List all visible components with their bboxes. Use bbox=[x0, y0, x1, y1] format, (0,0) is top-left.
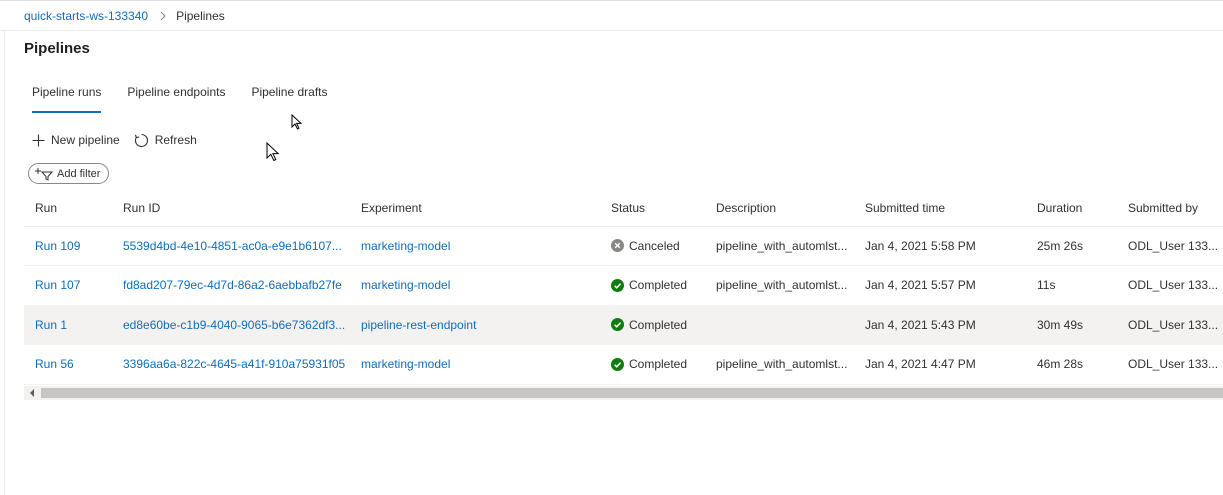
add-filter-label: Add filter bbox=[57, 167, 101, 180]
status-text: Completed bbox=[629, 317, 688, 332]
tab-pipeline-runs[interactable]: Pipeline runs bbox=[32, 85, 102, 113]
submitted-by-cell: ODL_User 133... bbox=[1117, 305, 1223, 345]
table-row[interactable]: Run 56 3396aa6a-822c-4645-a41f-910a75931… bbox=[24, 344, 1223, 385]
table-row[interactable]: Run 109 5539d4bd-4e10-4851-ac0a-e9e1b610… bbox=[24, 226, 1223, 266]
experiment-link[interactable]: marketing-model bbox=[350, 226, 600, 266]
status-cell: Canceled bbox=[600, 226, 705, 266]
description-cell: pipeline_with_automlst... bbox=[705, 265, 854, 306]
tab-bar: Pipeline runs Pipeline endpoints Pipelin… bbox=[32, 85, 354, 113]
column-header-description[interactable]: Description bbox=[705, 190, 854, 227]
breadcrumb: quick-starts-ws-133340 Pipelines bbox=[24, 8, 225, 24]
plus-icon bbox=[32, 134, 45, 146]
page-title: Pipelines bbox=[24, 40, 90, 57]
submitted-time-cell: Jan 4, 2021 5:43 PM bbox=[854, 305, 1026, 345]
new-pipeline-label: New pipeline bbox=[51, 133, 120, 147]
breadcrumb-workspace-link[interactable]: quick-starts-ws-133340 bbox=[24, 9, 148, 23]
status-cell: Completed bbox=[600, 265, 705, 306]
table-header-row: Run Run ID Experiment Status Description… bbox=[24, 190, 1223, 227]
breadcrumb-current: Pipelines bbox=[176, 9, 225, 23]
status-text: Completed bbox=[629, 278, 688, 293]
scroll-left-arrow-icon[interactable] bbox=[30, 389, 34, 397]
run-id-link[interactable]: 3396aa6a-822c-4645-a41f-910a75931f05 bbox=[112, 344, 350, 385]
duration-cell: 11s bbox=[1026, 265, 1117, 306]
pipeline-runs-table: Run Run ID Experiment Status Description… bbox=[24, 190, 1223, 385]
run-id-link[interactable]: ed8e60be-c1b9-4040-9065-b6e7362df3... bbox=[112, 305, 350, 345]
refresh-button[interactable]: Refresh bbox=[134, 133, 197, 148]
scrollbar-thumb[interactable] bbox=[41, 388, 1223, 398]
table-row[interactable]: Run 1 ed8e60be-c1b9-4040-9065-b6e7362df3… bbox=[24, 305, 1223, 345]
check-circle-icon bbox=[611, 278, 624, 292]
submitted-by-cell: ODL_User 133... bbox=[1117, 265, 1223, 306]
add-filter-button[interactable]: Add filter bbox=[28, 163, 110, 184]
experiment-link[interactable]: marketing-model bbox=[350, 265, 600, 306]
refresh-icon bbox=[134, 133, 148, 147]
run-link[interactable]: Run 56 bbox=[24, 344, 112, 385]
description-cell: pipeline_with_automlst... bbox=[705, 226, 854, 266]
experiment-link[interactable]: pipeline-rest-endpoint bbox=[350, 305, 600, 345]
toolbar: New pipeline Refresh bbox=[32, 130, 211, 150]
status-cell: Completed bbox=[600, 305, 705, 345]
column-header-status[interactable]: Status bbox=[600, 190, 705, 227]
tab-pipeline-drafts[interactable]: Pipeline drafts bbox=[251, 85, 327, 113]
run-id-link[interactable]: fd8ad207-79ec-4d7d-86a2-6aebbafb27fe bbox=[112, 265, 350, 306]
run-link[interactable]: Run 1 bbox=[24, 305, 112, 345]
experiment-link[interactable]: marketing-model bbox=[350, 344, 600, 385]
submitted-by-cell: ODL_User 133... bbox=[1117, 226, 1223, 266]
run-link[interactable]: Run 109 bbox=[24, 226, 112, 266]
add-filter-icon bbox=[35, 167, 54, 181]
column-header-submitted-time[interactable]: Submitted time bbox=[854, 190, 1026, 227]
column-header-experiment[interactable]: Experiment bbox=[350, 190, 600, 227]
description-cell: pipeline_with_automlst... bbox=[705, 344, 854, 385]
column-header-run-id[interactable]: Run ID bbox=[112, 190, 350, 227]
check-circle-icon bbox=[611, 357, 624, 371]
column-header-run[interactable]: Run bbox=[24, 190, 112, 227]
description-cell bbox=[705, 305, 854, 345]
mouse-cursor-icon bbox=[291, 114, 303, 130]
duration-cell: 30m 49s bbox=[1026, 305, 1117, 345]
mouse-cursor-icon bbox=[266, 142, 280, 162]
run-link[interactable]: Run 107 bbox=[24, 265, 112, 306]
submitted-time-cell: Jan 4, 2021 4:47 PM bbox=[854, 344, 1026, 385]
column-header-duration[interactable]: Duration bbox=[1026, 190, 1117, 227]
horizontal-scrollbar[interactable] bbox=[24, 386, 1223, 400]
run-id-link[interactable]: 5539d4bd-4e10-4851-ac0a-e9e1b6107... bbox=[112, 226, 350, 266]
status-cell: Completed bbox=[600, 344, 705, 385]
check-circle-icon bbox=[611, 318, 624, 332]
duration-cell: 25m 26s bbox=[1026, 226, 1117, 266]
chevron-right-icon bbox=[160, 11, 166, 21]
submitted-by-cell: ODL_User 133... bbox=[1117, 344, 1223, 385]
submitted-time-cell: Jan 4, 2021 5:58 PM bbox=[854, 226, 1026, 266]
new-pipeline-button[interactable]: New pipeline bbox=[32, 133, 120, 147]
submitted-time-cell: Jan 4, 2021 5:57 PM bbox=[854, 265, 1026, 306]
cancel-circle-icon bbox=[611, 239, 624, 253]
tab-pipeline-endpoints[interactable]: Pipeline endpoints bbox=[127, 85, 225, 113]
duration-cell: 46m 28s bbox=[1026, 344, 1117, 385]
column-header-submitted-by[interactable]: Submitted by bbox=[1117, 190, 1223, 227]
status-text: Completed bbox=[629, 357, 688, 372]
refresh-label: Refresh bbox=[154, 133, 197, 147]
table-row[interactable]: Run 107 fd8ad207-79ec-4d7d-86a2-6aebbafb… bbox=[24, 265, 1223, 306]
status-text: Canceled bbox=[629, 238, 680, 253]
